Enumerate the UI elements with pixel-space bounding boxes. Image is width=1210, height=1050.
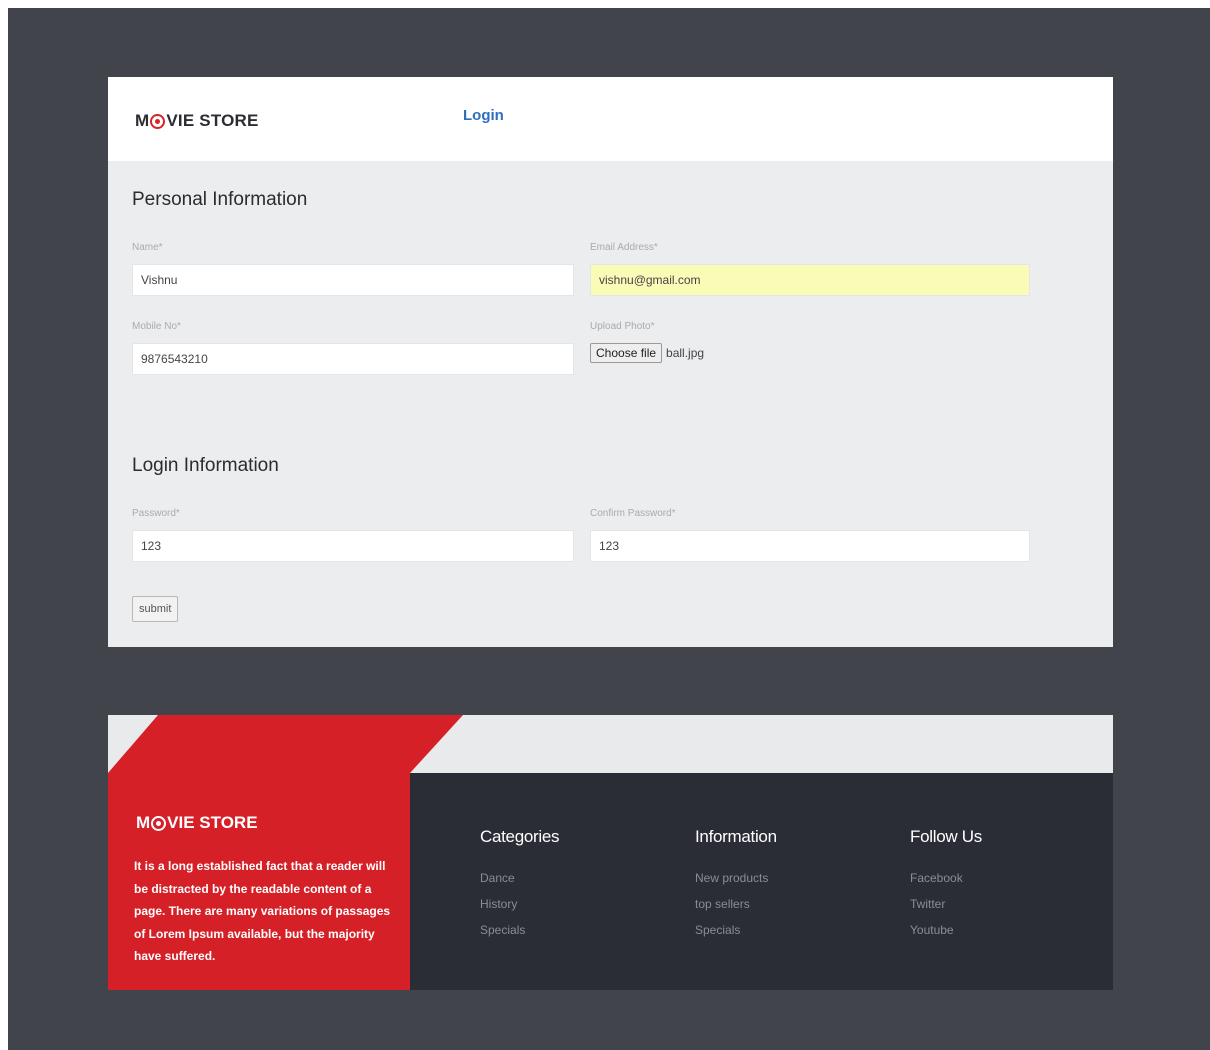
confirm-password-input[interactable]	[590, 530, 1030, 562]
choose-file-button[interactable]: Choose file	[590, 343, 663, 363]
footer-brand-logo[interactable]: M VIE STORE	[136, 813, 258, 833]
nav-login-link[interactable]: Login	[463, 107, 504, 124]
categories-heading: Categories	[480, 827, 560, 846]
categories-link[interactable]: History	[480, 891, 559, 917]
file-name: ball.jpg	[666, 346, 705, 360]
password-label: Password*	[132, 508, 180, 519]
email-label: Email Address*	[590, 242, 658, 253]
information-heading: Information	[695, 827, 777, 846]
information-link[interactable]: top sellers	[695, 891, 777, 917]
login-info-heading: Login Information	[132, 455, 279, 476]
photo-label: Upload Photo*	[590, 321, 655, 332]
mobile-label: Mobile No*	[132, 321, 181, 332]
personal-info-heading: Personal Information	[132, 189, 308, 210]
mobile-input[interactable]	[132, 343, 574, 375]
name-label: Name*	[132, 242, 163, 253]
submit-button[interactable]: submit	[132, 596, 179, 622]
footer-brand-m: M	[136, 813, 151, 832]
header-bar: M VIE STORE Login	[108, 77, 1113, 161]
name-input[interactable]	[132, 264, 574, 296]
page-frame: M VIE STORE Login Personal Information N…	[8, 8, 1210, 1050]
brand-logo[interactable]: M VIE STORE	[135, 111, 259, 131]
email-input[interactable]	[590, 264, 1030, 296]
categories-link[interactable]: Dance	[480, 865, 559, 891]
footer-categories: Categories Dance History Specials	[480, 827, 560, 943]
categories-link[interactable]: Specials	[480, 917, 559, 943]
footer-follow-us: Follow Us Facebook Twitter Youtube	[910, 827, 982, 943]
information-link[interactable]: New products	[695, 865, 777, 891]
footer-about-text: It is a long established fact that a rea…	[134, 859, 391, 963]
social-link-twitter[interactable]: Twitter	[910, 891, 982, 917]
site-footer: M VIE STORE It is a long established fac…	[108, 715, 1113, 990]
brand-logo-rest: VIE STORE	[166, 111, 259, 130]
information-link[interactable]: Specials	[695, 917, 777, 943]
registration-card: M VIE STORE Login Personal Information N…	[108, 77, 1113, 647]
film-reel-icon	[150, 113, 166, 129]
film-reel-icon	[151, 815, 167, 831]
confirm-password-label: Confirm Password*	[590, 508, 676, 519]
footer-information: Information New products top sellers Spe…	[695, 827, 777, 943]
social-link-facebook[interactable]: Facebook	[910, 865, 982, 891]
photo-upload: Choose file ball.jpg	[590, 343, 704, 363]
brand-logo-m: M	[135, 111, 150, 130]
follow-us-heading: Follow Us	[910, 827, 982, 846]
social-link-youtube[interactable]: Youtube	[910, 917, 982, 943]
footer-brand-rest: VIE STORE	[167, 813, 258, 832]
password-input[interactable]	[132, 530, 574, 562]
